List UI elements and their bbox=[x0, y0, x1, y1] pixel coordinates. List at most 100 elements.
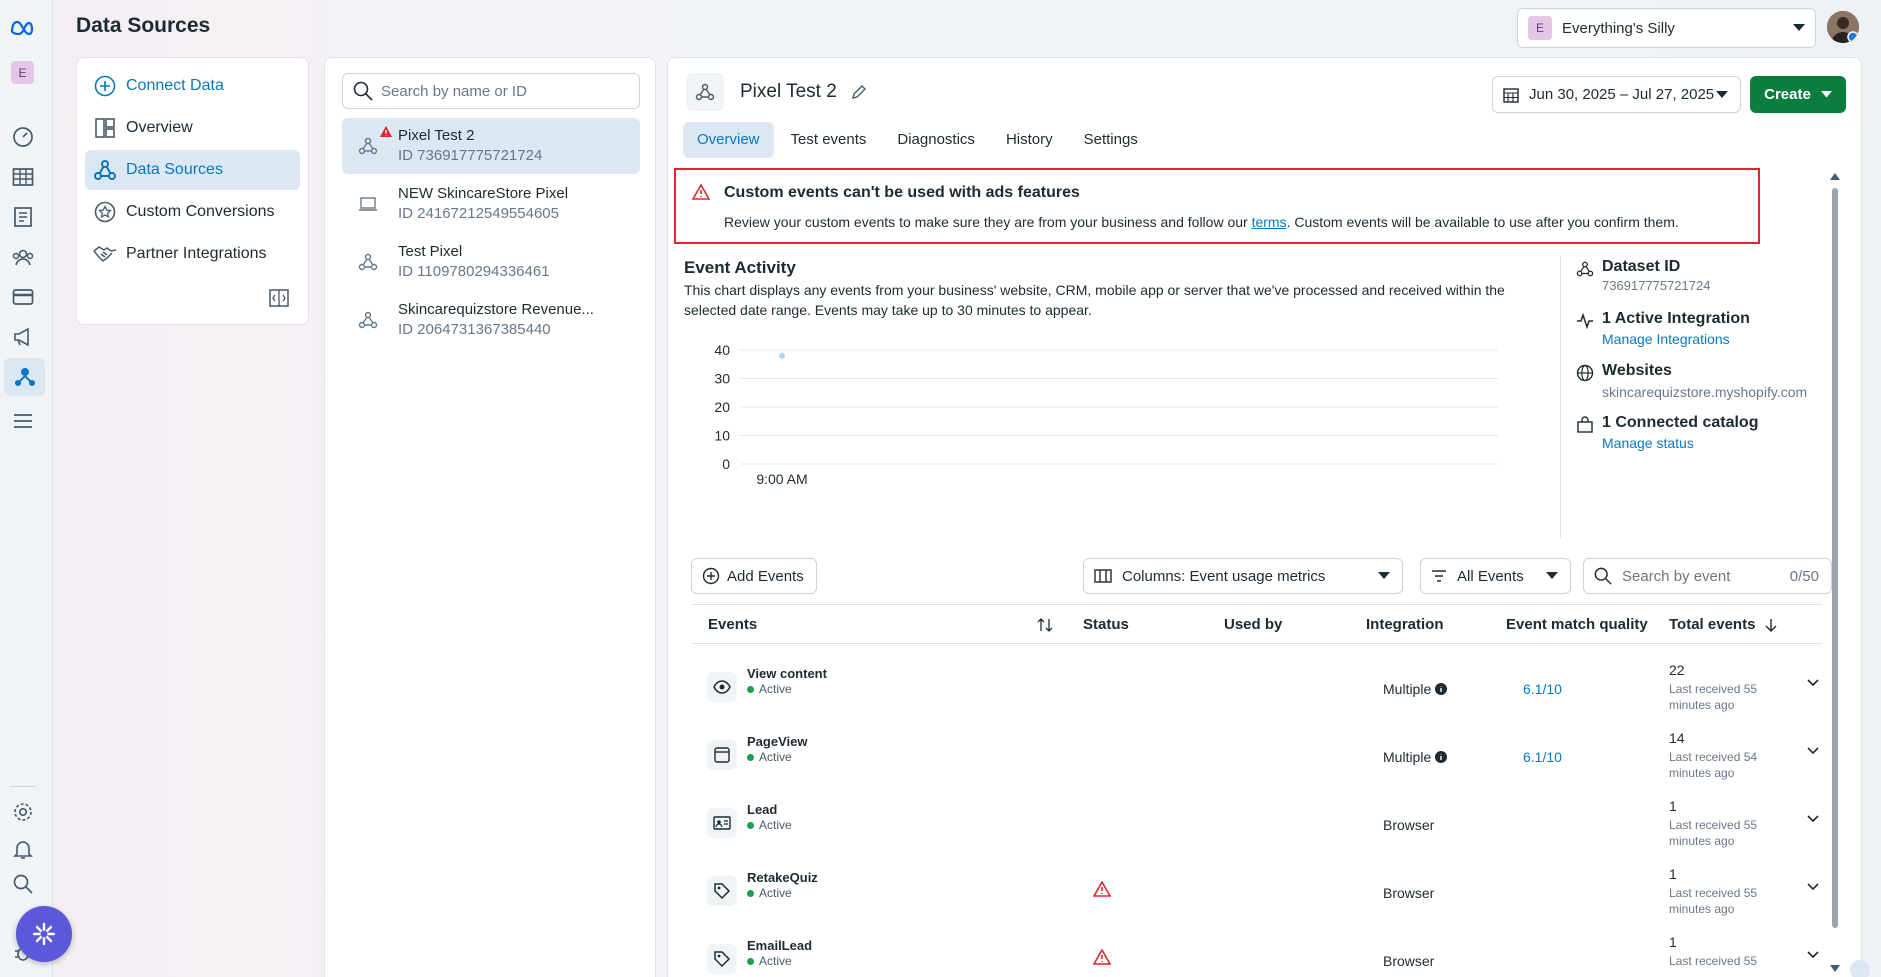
manage-status-link[interactable]: Manage status bbox=[1602, 435, 1758, 451]
event-status-text: Active bbox=[759, 750, 792, 764]
data-point[interactable] bbox=[779, 352, 785, 359]
event-activity-description: This chart displays any events from your… bbox=[684, 282, 1505, 318]
dataset-id-label: Dataset ID bbox=[1602, 258, 1681, 275]
nav-partner-integrations[interactable]: Partner Integrations bbox=[85, 234, 300, 274]
status-dot bbox=[747, 821, 754, 829]
scroll-down-icon[interactable] bbox=[1830, 965, 1840, 973]
chevron-down-icon[interactable] bbox=[1807, 951, 1819, 959]
manage-integrations-link[interactable]: Manage Integrations bbox=[1602, 331, 1750, 347]
caret-down-icon bbox=[1378, 572, 1390, 579]
create-button-label: Create bbox=[1764, 86, 1811, 103]
megaphone-icon[interactable] bbox=[10, 324, 36, 350]
account-badge: E bbox=[1528, 16, 1552, 40]
scrollbar-thumb[interactable] bbox=[1832, 188, 1838, 928]
assistant-button[interactable] bbox=[16, 906, 72, 962]
table-row[interactable]: View content Active Multiple 6.1/10 22 Last r… bbox=[692, 655, 1822, 723]
warning-triangle-icon[interactable] bbox=[1093, 881, 1111, 897]
event-match-quality[interactable]: 6.1/10 bbox=[1523, 681, 1562, 697]
pixel-icon bbox=[686, 73, 724, 111]
event-filter-dropdown[interactable]: All Events bbox=[1420, 558, 1571, 594]
create-button[interactable]: Create bbox=[1750, 76, 1846, 113]
warning-triangle-icon[interactable] bbox=[1093, 949, 1111, 965]
workspace-avatar[interactable]: E bbox=[11, 61, 34, 84]
table-icon[interactable] bbox=[10, 164, 36, 190]
chevron-down-icon[interactable] bbox=[1807, 747, 1819, 755]
source-item[interactable]: NEW SkincareStore Pixel ID 24167212549554… bbox=[342, 176, 640, 232]
source-search[interactable] bbox=[342, 73, 640, 109]
menu-icon[interactable] bbox=[10, 408, 36, 434]
sort-desc-icon[interactable] bbox=[1765, 618, 1777, 632]
status-dot bbox=[747, 753, 754, 761]
event-status: Active bbox=[747, 886, 792, 900]
table-row[interactable]: PageView Active Multiple 6.1/10 14 Last recei… bbox=[692, 723, 1822, 791]
settings-icon[interactable] bbox=[10, 799, 36, 825]
tab-settings[interactable]: Settings bbox=[1070, 122, 1152, 158]
tab-history[interactable]: History bbox=[992, 122, 1067, 158]
info-icon[interactable] bbox=[1435, 683, 1448, 695]
search-icon[interactable] bbox=[10, 871, 36, 897]
scroll-up-icon[interactable] bbox=[1830, 173, 1840, 181]
source-search-input[interactable] bbox=[381, 82, 621, 100]
terms-link[interactable]: terms bbox=[1252, 214, 1287, 230]
page-title: Data Sources bbox=[76, 14, 211, 37]
sort-icon[interactable] bbox=[1037, 617, 1053, 633]
table-row[interactable]: RetakeQuiz Active Browser 1 Last received 55… bbox=[692, 859, 1822, 927]
col-events: Events bbox=[708, 616, 758, 633]
source-item[interactable]: Test Pixel ID 1109780294336461 bbox=[342, 234, 640, 290]
columns-dropdown[interactable]: Columns: Event usage metrics bbox=[1083, 558, 1403, 594]
rail-divider bbox=[10, 786, 36, 787]
reports-icon[interactable] bbox=[10, 204, 36, 230]
source-item[interactable]: Pixel Test 2 ID 736917775721724 bbox=[342, 118, 640, 174]
chevron-down-icon[interactable] bbox=[1807, 679, 1819, 687]
user-avatar[interactable] bbox=[1827, 11, 1859, 43]
y-tick-label: 30 bbox=[714, 371, 730, 387]
tab-diagnostics[interactable]: Diagnostics bbox=[883, 122, 989, 158]
info-icon[interactable] bbox=[1435, 751, 1448, 763]
source-item[interactable]: Skincarequizstore Revenue... ID 206473136… bbox=[342, 292, 640, 348]
account-selector[interactable]: E Everything's Silly bbox=[1517, 8, 1816, 48]
filter-icon bbox=[1432, 570, 1446, 582]
source-list-panel: Pixel Test 2 ID 736917775721724 NEW Skinc… bbox=[324, 57, 656, 977]
nav-data-sources[interactable]: Data Sources bbox=[85, 150, 300, 190]
tab-overview[interactable]: Overview bbox=[683, 122, 774, 158]
data-sources-rail-icon[interactable] bbox=[4, 358, 45, 396]
meta-logo-icon[interactable] bbox=[8, 14, 38, 40]
event-name: PageView bbox=[747, 734, 808, 749]
notifications-icon[interactable] bbox=[10, 836, 36, 862]
chevron-down-icon[interactable] bbox=[1807, 883, 1819, 891]
event-match-quality[interactable]: 6.1/10 bbox=[1523, 749, 1562, 765]
page-icon bbox=[707, 740, 737, 770]
event-integration-text: Browser bbox=[1383, 817, 1435, 833]
event-status-text: Active bbox=[759, 682, 792, 696]
source-id: ID 2064731367385440 bbox=[398, 321, 551, 338]
event-search[interactable]: 0/50 bbox=[1583, 558, 1832, 594]
table-row[interactable]: EmailLead Active Browser 1 Last received 55 bbox=[692, 927, 1822, 977]
audiences-icon[interactable] bbox=[10, 244, 36, 270]
chevron-down-icon[interactable] bbox=[1807, 815, 1819, 823]
nav-custom-conversions[interactable]: Custom Conversions bbox=[85, 192, 300, 232]
add-events-button[interactable]: Add Events bbox=[691, 558, 817, 594]
search-icon bbox=[353, 81, 373, 101]
date-range-picker[interactable]: Jun 30, 2025 – Jul 27, 2025 bbox=[1492, 76, 1741, 113]
nav-connect-data[interactable]: Connect Data bbox=[85, 66, 300, 106]
edit-pencil-icon[interactable] bbox=[851, 84, 867, 100]
table-row[interactable]: Lead Active Browser 1 Last received 55 minut… bbox=[692, 791, 1822, 859]
billing-icon[interactable] bbox=[10, 284, 36, 310]
collapse-panel-icon[interactable] bbox=[269, 289, 291, 309]
calendar-icon bbox=[1503, 87, 1519, 103]
vertical-divider bbox=[1560, 256, 1561, 538]
eye-icon bbox=[707, 672, 737, 702]
source-name: Pixel Test 2 bbox=[398, 127, 475, 144]
tab-test-events[interactable]: Test events bbox=[777, 122, 881, 158]
event-search-count: 0/50 bbox=[1789, 567, 1819, 585]
y-tick-label: 20 bbox=[714, 399, 730, 415]
col-total-events[interactable]: Total events bbox=[1669, 616, 1755, 633]
columns-icon bbox=[1094, 569, 1112, 583]
event-status: Active bbox=[747, 954, 792, 968]
nav-overview[interactable]: Overview bbox=[85, 108, 300, 148]
dashboard-icon[interactable] bbox=[10, 124, 36, 150]
status-dot bbox=[747, 685, 754, 693]
help-globe-icon[interactable] bbox=[1850, 960, 1870, 977]
event-search-input[interactable] bbox=[1622, 567, 1782, 585]
alert-body-text: Review your custom events to make sure t… bbox=[724, 214, 1252, 230]
